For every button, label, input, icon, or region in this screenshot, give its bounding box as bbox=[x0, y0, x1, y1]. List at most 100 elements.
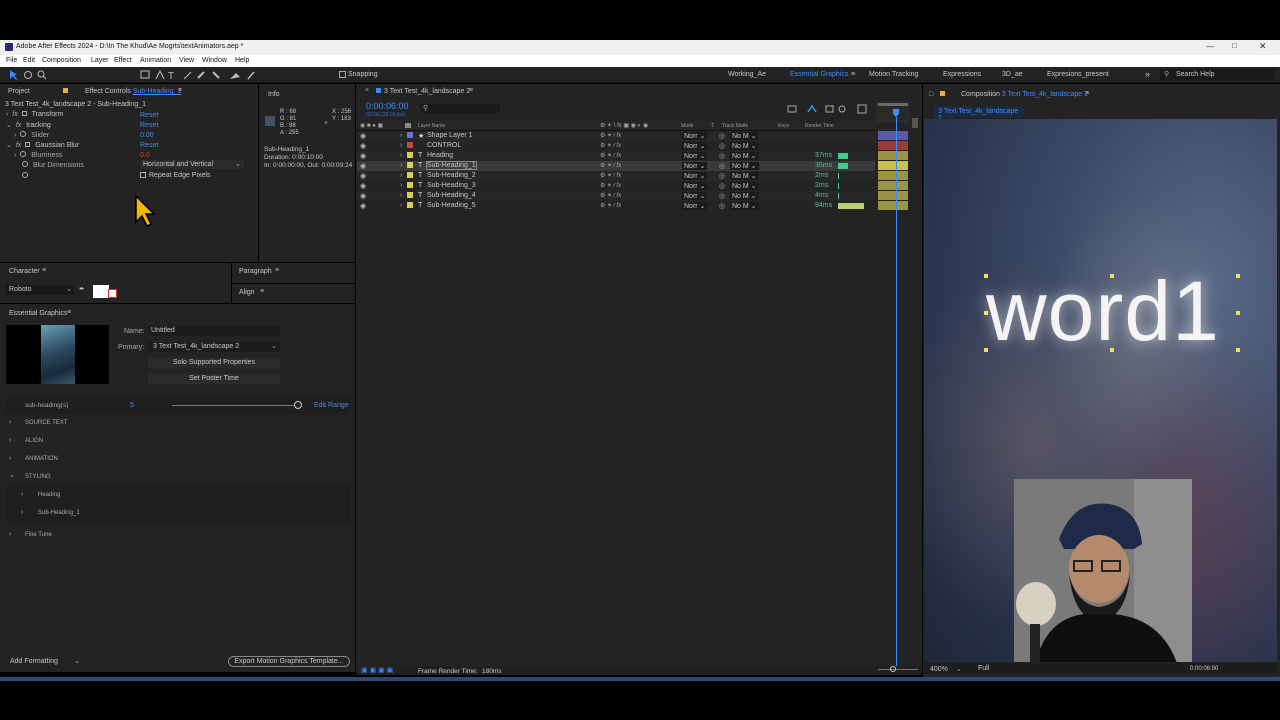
track-matte-icon[interactable]: ◎ bbox=[719, 142, 725, 150]
layer-name[interactable]: Sub-Heading_2 bbox=[427, 172, 476, 179]
footer-toggle-icons[interactable]: ▣ ▣ ▣ ▣ bbox=[361, 666, 393, 674]
section-fine-tune[interactable]: › Fine Tune bbox=[6, 529, 350, 542]
disclosure-icon[interactable]: › bbox=[6, 111, 8, 118]
fill-color-swatch[interactable] bbox=[93, 285, 109, 298]
layer-name[interactable]: Sub-Heading_3 bbox=[427, 182, 476, 189]
visibility-eye-icon[interactable]: ◉ bbox=[360, 162, 366, 170]
stopwatch-icon[interactable] bbox=[20, 151, 27, 157]
effect-row-gaussian-blur[interactable]: ⌄ fx Gaussian Blur bbox=[6, 141, 79, 149]
duration-bar[interactable] bbox=[878, 161, 908, 170]
layer-switch-icons[interactable]: ⚙ ✴ ∕ fx bbox=[600, 152, 621, 159]
effect-row-transform[interactable]: › fx Transform bbox=[6, 111, 63, 118]
track-matte-dropdown[interactable]: No M ⌄ bbox=[730, 202, 759, 210]
label-color-chip[interactable] bbox=[407, 132, 413, 138]
disclosure-icon[interactable]: › bbox=[14, 132, 16, 139]
comp-breadcrumb[interactable]: 3 Text Test_4k_landscape 2 bbox=[934, 106, 1024, 122]
timeline-switch-icons[interactable] bbox=[786, 104, 870, 114]
tab-essential-graphics[interactable]: Essential Graphics bbox=[9, 310, 67, 317]
workspace-3d-ae[interactable]: 3D_ae bbox=[1002, 71, 1023, 78]
tab-align[interactable]: Align bbox=[239, 289, 255, 296]
menu-layer[interactable]: Layer bbox=[91, 57, 109, 64]
stopwatch-icon[interactable] bbox=[22, 161, 28, 167]
panel-menu-icon[interactable]: ≡ bbox=[260, 288, 264, 295]
layer-switch-icons[interactable]: ⚙ ✴ ∕ fx bbox=[600, 132, 621, 139]
disclosure-icon[interactable]: › bbox=[400, 182, 402, 189]
duration-bar[interactable] bbox=[878, 141, 908, 150]
quality-dropdown[interactable]: Full bbox=[978, 665, 989, 672]
section-align[interactable]: › ALIGN bbox=[6, 435, 350, 448]
styling-child-heading[interactable]: › Heading bbox=[18, 490, 338, 502]
duration-bar[interactable] bbox=[878, 201, 908, 210]
mode-dropdown[interactable]: Norr ⌄ bbox=[682, 182, 708, 190]
track-matte-icon[interactable]: ◎ bbox=[719, 162, 725, 170]
label-color-chip[interactable] bbox=[407, 182, 413, 188]
effect-row-tracking[interactable]: ⌄ fx tracking bbox=[6, 121, 51, 129]
duration-bar[interactable] bbox=[878, 191, 908, 200]
workspace-overflow-icon[interactable]: » bbox=[1145, 69, 1150, 79]
bbox-handle[interactable] bbox=[1236, 274, 1240, 278]
primary-dropdown[interactable]: 3 Text Test_4k_landscape 2 ⌄ bbox=[148, 342, 280, 352]
panel-lock-icon[interactable] bbox=[63, 88, 68, 93]
track-matte-dropdown[interactable]: No M ⌄ bbox=[730, 162, 759, 170]
label-color-chip[interactable] bbox=[407, 142, 413, 148]
layer-name[interactable]: CONTROL bbox=[427, 142, 461, 149]
layer-name[interactable]: Shape Layer 1 bbox=[427, 132, 473, 139]
visibility-eye-icon[interactable]: ◉ bbox=[360, 132, 366, 140]
disclosure-icon[interactable]: › bbox=[400, 192, 402, 199]
menu-effect[interactable]: Effect bbox=[114, 57, 132, 64]
layer-row[interactable]: ◉›5TSub-Heading_2⚙ ✴ ∕ fxNorr ⌄◎No M ⌄2m… bbox=[357, 171, 875, 181]
eyedropper-icon[interactable]: ✒ bbox=[79, 285, 85, 293]
panel-menu-icon[interactable]: ≡ bbox=[178, 87, 182, 94]
mode-dropdown[interactable]: Norr ⌄ bbox=[682, 202, 708, 210]
workspace-expresions-present[interactable]: Expresions_present bbox=[1047, 71, 1109, 78]
layer-row[interactable]: ◉›8TSub-Heading_5⚙ ✴ ∕ fxNorr ⌄◎No M ⌄94… bbox=[357, 201, 875, 211]
section-source-text[interactable]: › SOURCE TEXT bbox=[6, 417, 350, 430]
layer-switch-icons[interactable]: ⚙ ✴ ∕ fx bbox=[600, 162, 621, 169]
layer-row[interactable]: ◉›6TSub-Heading_3⚙ ✴ ∕ fxNorr ⌄◎No M ⌄2m… bbox=[357, 181, 875, 191]
mode-dropdown[interactable]: Norr ⌄ bbox=[682, 162, 708, 170]
workspace-working-ae[interactable]: Working_Ae bbox=[728, 71, 766, 78]
tab-paragraph[interactable]: Paragraph bbox=[239, 268, 272, 275]
mode-dropdown[interactable]: Norr ⌄ bbox=[682, 152, 708, 160]
disclosure-icon[interactable]: › bbox=[400, 142, 402, 149]
track-matte-dropdown[interactable]: No M ⌄ bbox=[730, 142, 759, 150]
font-family-dropdown[interactable]: Roboto ⌄ bbox=[6, 285, 74, 295]
edit-range-link[interactable]: Edit Range bbox=[314, 402, 349, 409]
panel-menu-icon[interactable]: ≡ bbox=[42, 267, 46, 274]
track-matte-dropdown[interactable]: No M ⌄ bbox=[730, 192, 759, 200]
panel-menu-icon[interactable]: ≡ bbox=[275, 267, 279, 274]
export-mogrt-button[interactable]: Export Motion Graphics Template... bbox=[228, 656, 350, 667]
reset-button[interactable]: Reset bbox=[140, 142, 158, 149]
workspace-essential-graphics[interactable]: Essential Graphics bbox=[790, 71, 848, 78]
layer-name[interactable]: Heading bbox=[427, 152, 453, 159]
zoom-slider-handle[interactable] bbox=[890, 666, 896, 672]
disclosure-icon[interactable]: › bbox=[400, 162, 402, 169]
comp-time-display[interactable]: 0:00:06:00 bbox=[1190, 666, 1218, 672]
mode-dropdown[interactable]: Norr ⌄ bbox=[682, 142, 708, 150]
visibility-eye-icon[interactable]: ◉ bbox=[360, 172, 366, 180]
panel-menu-icon[interactable]: ≡ bbox=[67, 309, 71, 316]
section-animation[interactable]: › ANIMATION bbox=[6, 453, 350, 466]
zoom-dropdown[interactable]: 400% ⌄ bbox=[930, 665, 962, 673]
track-matte-dropdown[interactable]: No M ⌄ bbox=[730, 132, 759, 140]
workspace-motion-tracking[interactable]: Motion Tracking bbox=[869, 71, 918, 78]
visibility-eye-icon[interactable]: ◉ bbox=[360, 182, 366, 190]
tab-timeline-comp[interactable]: 3 Text Test_4k_landscape 2 bbox=[384, 88, 470, 95]
layer-row[interactable]: ◉›2CONTROL⚙ ✴ ∕ fxNorr ⌄◎No M ⌄ bbox=[357, 141, 875, 151]
blurriness-value[interactable]: 0.0 bbox=[140, 152, 150, 159]
menu-help[interactable]: Help bbox=[235, 57, 249, 64]
layer-switch-icons[interactable]: ⚙ ✴ ∕ fx bbox=[600, 202, 621, 209]
menu-window[interactable]: Window bbox=[202, 57, 227, 64]
menu-animation[interactable]: Animation bbox=[140, 57, 171, 64]
duration-bar[interactable] bbox=[878, 151, 908, 160]
disclosure-icon[interactable]: › bbox=[400, 152, 402, 159]
workspace-menu-icon[interactable]: ≡ bbox=[851, 71, 855, 78]
layer-switch-icons[interactable]: ⚙ ✴ ∕ fx bbox=[600, 182, 621, 189]
label-color-chip[interactable] bbox=[407, 192, 413, 198]
disclosure-open-icon[interactable]: ⌄ bbox=[6, 122, 12, 129]
bbox-handle[interactable] bbox=[1236, 311, 1240, 315]
add-formatting-dropdown[interactable]: Add Formatting ⌄ bbox=[6, 657, 82, 667]
comp-lock-icon[interactable]: □ bbox=[929, 91, 933, 98]
disclosure-icon[interactable]: › bbox=[400, 132, 402, 139]
timeline-scrollbar[interactable] bbox=[912, 118, 918, 128]
